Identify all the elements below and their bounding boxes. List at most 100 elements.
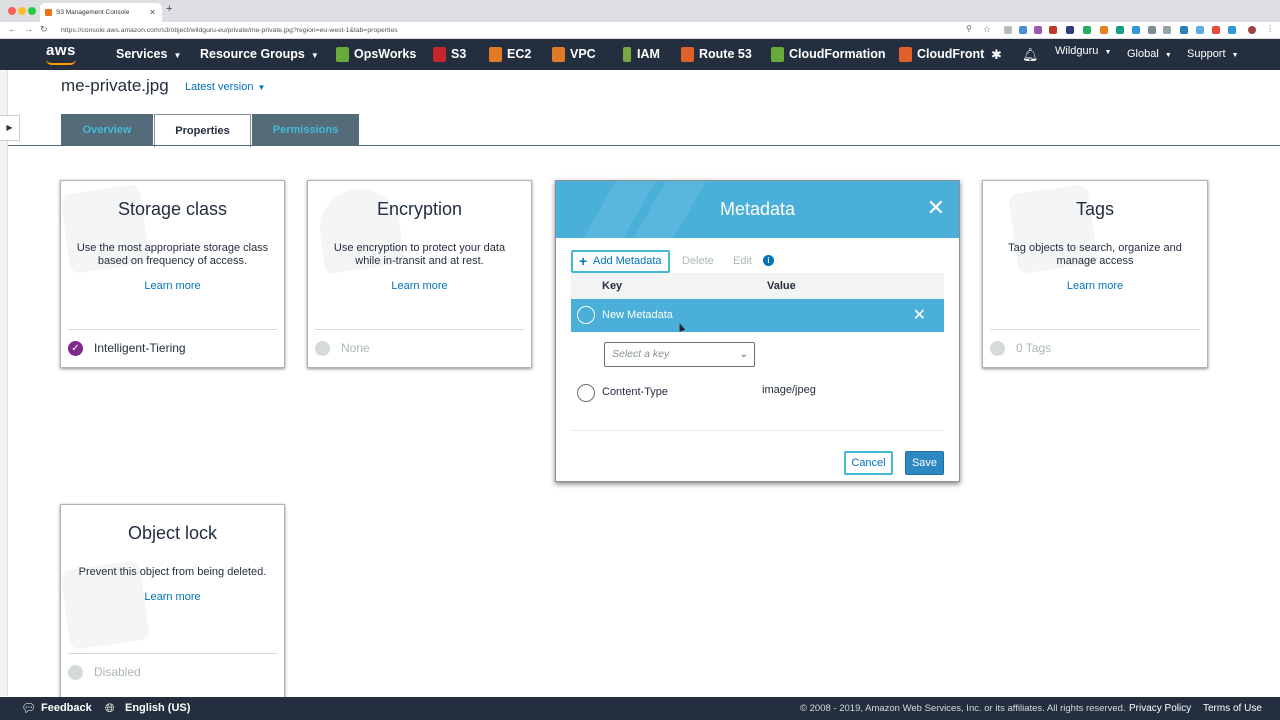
shortcut-cloudfront[interactable]: CloudFront <box>899 39 985 70</box>
value-column-header: Value <box>767 280 796 292</box>
services-menu[interactable]: Services ▼ <box>116 39 181 70</box>
support-menu[interactable]: Support ▼ <box>1187 39 1239 70</box>
learn-more-link[interactable]: Learn more <box>61 591 284 603</box>
shortcut-label: OpsWorks <box>354 47 417 61</box>
shortcut-label: IAM <box>637 47 660 61</box>
support-label: Support <box>1187 48 1226 60</box>
chevron-down-icon: ⌄ <box>739 349 748 360</box>
metadata-row[interactable]: Content-Type image/jpeg <box>571 376 944 409</box>
shortcut-label: Route 53 <box>699 47 752 61</box>
shortcut-opsworks[interactable]: OpsWorks <box>336 39 417 70</box>
close-tab-icon[interactable]: ✕ <box>149 3 156 22</box>
tab-overview[interactable]: Overview <box>61 114 153 146</box>
shortcut-label: VPC <box>570 47 596 61</box>
privacy-policy-link[interactable]: Privacy Policy <box>1129 697 1191 720</box>
tab-permissions[interactable]: Permissions <box>252 114 359 146</box>
delete-button[interactable]: Delete <box>682 255 714 267</box>
cloudfront-icon <box>899 47 912 62</box>
browser-tab[interactable]: S3 Management Console ✕ <box>40 3 162 22</box>
page-title: me-private.jpg <box>61 76 169 95</box>
shortcut-label: S3 <box>451 47 467 61</box>
row-radio-button[interactable] <box>577 384 595 402</box>
window-zoom-button[interactable] <box>28 7 36 15</box>
aws-logo[interactable]: aws <box>46 42 76 59</box>
object-lock-card[interactable]: Object lock Prevent this object from bei… <box>60 504 285 704</box>
learn-more-link[interactable]: Learn more <box>308 280 531 292</box>
extension-icon[interactable] <box>1212 26 1220 34</box>
browser-menu-icon[interactable]: ⋮ <box>1266 24 1274 33</box>
cloudformation-icon <box>771 47 784 62</box>
resource-groups-menu[interactable]: Resource Groups ▼ <box>200 39 319 70</box>
shortcut-s3[interactable]: S3 <box>433 39 467 70</box>
info-icon[interactable]: i <box>763 255 774 266</box>
terms-of-use-link[interactable]: Terms of Use <box>1203 697 1262 720</box>
shortcut-label: CloudFront <box>917 47 985 61</box>
extension-icon[interactable] <box>1049 26 1057 34</box>
footer: 💬︎ Feedback 🌐︎ English (US) © 2008 - 201… <box>0 697 1280 720</box>
shortcut-ec2[interactable]: EC2 <box>489 39 531 70</box>
extension-icon[interactable] <box>1034 26 1042 34</box>
extension-icon[interactable] <box>1066 26 1074 34</box>
bookmark-star-icon[interactable]: ☆ <box>983 24 991 35</box>
row-radio-button[interactable] <box>577 306 595 324</box>
shortcut-route53[interactable]: Route 53 <box>681 39 752 70</box>
metadata-header: Metadata ✕ <box>556 181 959 238</box>
close-icon[interactable]: ✕ <box>927 197 945 219</box>
metadata-panel: Metadata ✕ + Add Metadata Delete Edit i K… <box>555 180 960 482</box>
extension-icon[interactable] <box>1004 26 1012 34</box>
account-label: Wildguru <box>1055 45 1099 57</box>
storage-class-card[interactable]: Storage class Use the most appropriate s… <box>60 180 285 368</box>
encryption-card[interactable]: Encryption Use encryption to protect you… <box>307 180 532 368</box>
shortcut-cloudformation[interactable]: CloudFormation <box>771 39 886 70</box>
object-lock-status: Disabled <box>94 665 141 679</box>
card-description: Tag objects to search, organize and mana… <box>1008 242 1182 267</box>
extension-icon[interactable] <box>1019 26 1027 34</box>
account-menu[interactable]: Wildguru ▼ <box>1055 36 1111 67</box>
extension-icon[interactable] <box>1148 26 1156 34</box>
chat-bubble-icon: 💬︎ <box>21 701 37 715</box>
sidebar-toggle-button[interactable]: ▶ <box>0 115 20 141</box>
extension-icon[interactable] <box>1100 26 1108 34</box>
pin-icon[interactable]: ✱ <box>991 39 1002 70</box>
shortcut-iam[interactable]: IAM <box>623 39 660 70</box>
extension-icon[interactable] <box>1196 26 1204 34</box>
new-metadata-row[interactable]: New Metadata ✕ <box>571 299 944 332</box>
extension-icon[interactable] <box>1083 26 1091 34</box>
learn-more-link[interactable]: Learn more <box>61 280 284 292</box>
tags-card[interactable]: Tags Tag objects to search, organize and… <box>982 180 1208 368</box>
extension-icon[interactable] <box>1180 26 1188 34</box>
aws-top-nav: aws Services ▼ Resource Groups ▼ OpsWorks … <box>0 39 1280 70</box>
new-tab-button[interactable]: + <box>166 3 172 15</box>
version-label: Latest version <box>185 81 254 93</box>
extension-icon[interactable] <box>1132 26 1140 34</box>
region-menu[interactable]: Global ▼ <box>1127 39 1172 70</box>
reload-icon[interactable]: ↻ <box>40 24 48 35</box>
card-title: Encryption <box>376 199 463 219</box>
profile-avatar[interactable] <box>1248 26 1256 34</box>
add-metadata-label: Add Metadata <box>593 255 662 267</box>
save-button[interactable]: Save <box>905 451 944 475</box>
extension-icon[interactable] <box>1228 26 1236 34</box>
bell-icon[interactable]: 🔔︎ <box>1022 39 1039 70</box>
tab-properties[interactable]: Properties <box>154 114 251 147</box>
caret-right-icon: ▶ <box>6 123 13 132</box>
zoom-icon[interactable]: ⚲ <box>966 24 972 33</box>
forward-icon[interactable]: → <box>24 24 33 34</box>
window-close-button[interactable] <box>8 7 16 15</box>
window-minimize-button[interactable] <box>18 7 26 15</box>
cancel-button[interactable]: Cancel <box>844 451 893 475</box>
language-selector[interactable]: English (US) <box>125 697 190 720</box>
remove-row-icon[interactable]: ✕ <box>913 299 926 332</box>
aws-logo-smile <box>46 59 76 65</box>
url-field[interactable]: https://console.aws.amazon.com/s3/object… <box>61 24 961 37</box>
feedback-link[interactable]: Feedback <box>41 697 92 720</box>
extension-icon[interactable] <box>1163 26 1171 34</box>
shortcut-vpc[interactable]: VPC <box>552 39 596 70</box>
key-select[interactable]: Select a key ⌄ <box>604 342 755 367</box>
add-metadata-button[interactable]: + Add Metadata <box>571 250 670 273</box>
back-icon[interactable]: ← <box>8 24 17 34</box>
version-dropdown[interactable]: Latest version ▼ <box>185 81 265 93</box>
learn-more-link[interactable]: Learn more <box>983 280 1207 292</box>
edit-button[interactable]: Edit <box>733 255 752 267</box>
extension-icon[interactable] <box>1116 26 1124 34</box>
